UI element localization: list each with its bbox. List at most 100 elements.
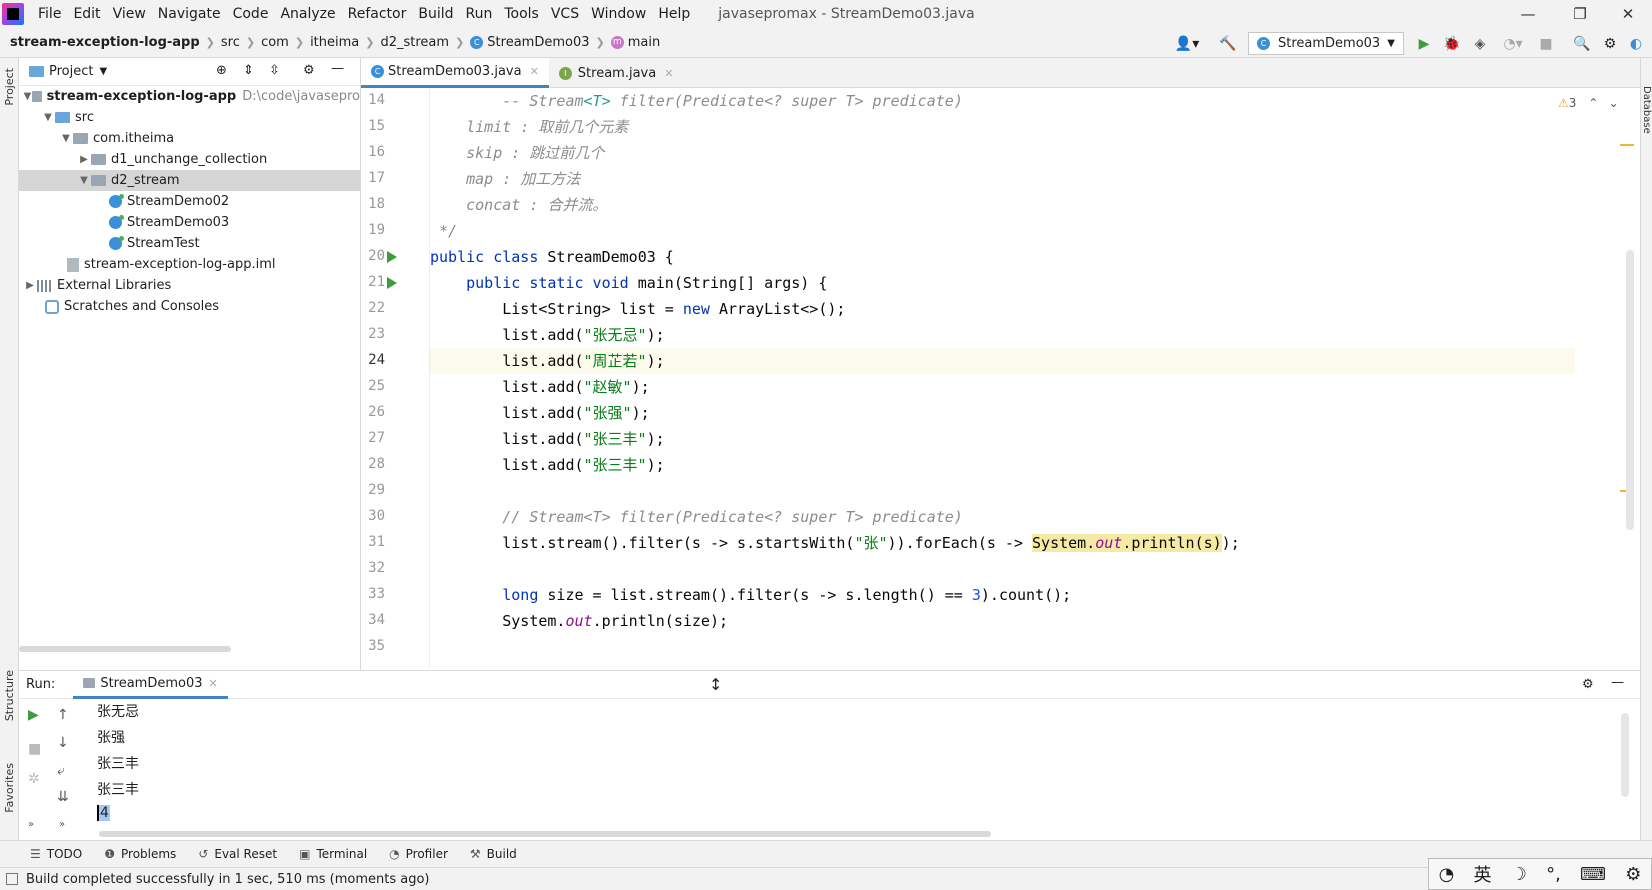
tree-item-src[interactable]: ▼ src xyxy=(19,107,360,128)
tree-item-iml-file[interactable]: stream-exception-log-app.iml xyxy=(19,254,360,275)
settings-gear-icon[interactable]: ⚙ xyxy=(1600,34,1620,54)
horizontal-scrollbar[interactable] xyxy=(19,646,231,652)
scroll-down-icon[interactable]: ↓ xyxy=(57,735,69,751)
tree-item-external-libraries[interactable]: ▶ External Libraries xyxy=(19,275,360,296)
database-tool-button[interactable]: Database xyxy=(1641,86,1652,134)
run-main-gutter-icon[interactable] xyxy=(387,277,397,289)
favorites-tool-button[interactable]: Favorites xyxy=(3,763,16,813)
restore-icon[interactable]: ❐ xyxy=(1556,0,1604,28)
rerun-icon[interactable]: ▶ xyxy=(28,707,39,723)
run-icon[interactable]: ▶ xyxy=(1414,34,1434,54)
tree-item-scratches[interactable]: Scratches and Consoles xyxy=(19,296,360,317)
build-hammer-icon[interactable]: 🔨 xyxy=(1218,34,1238,54)
structure-tool-button[interactable]: Structure xyxy=(3,670,16,721)
menu-window[interactable]: Window xyxy=(585,6,652,22)
scroll-up-icon[interactable]: ↑ xyxy=(57,707,69,723)
vertical-scrollbar[interactable] xyxy=(1621,713,1629,797)
locate-icon[interactable]: ⊕ xyxy=(216,63,227,78)
hide-panel-icon[interactable]: — xyxy=(1611,675,1624,690)
build-tool-button[interactable]: ⚒ Build xyxy=(470,847,517,861)
scroll-to-end-icon[interactable]: ⇊ xyxy=(57,789,69,805)
chevron-down-icon[interactable]: ▼ xyxy=(59,133,73,144)
search-icon[interactable]: 🔍 xyxy=(1572,34,1592,54)
menu-refactor[interactable]: Refactor xyxy=(342,6,413,22)
breadcrumb-src[interactable]: src xyxy=(219,35,242,50)
problems-tool-button[interactable]: ❶ Problems xyxy=(104,847,176,861)
menu-navigate[interactable]: Navigate xyxy=(152,6,227,22)
menu-edit[interactable]: Edit xyxy=(67,6,106,22)
soft-wrap-icon[interactable]: ⤶ xyxy=(57,763,65,779)
breadcrumb-project[interactable]: stream-exception-log-app xyxy=(8,35,202,50)
punctuation-icon[interactable]: °, xyxy=(1546,864,1561,885)
menu-help[interactable]: Help xyxy=(652,6,696,22)
tree-item-com-itheima[interactable]: ▼ com.itheima xyxy=(19,128,360,149)
project-panel-title[interactable]: Project xyxy=(49,64,93,79)
more-icon[interactable]: » xyxy=(28,819,34,830)
menu-analyze[interactable]: Analyze xyxy=(274,6,341,22)
menu-code[interactable]: Code xyxy=(227,6,275,22)
breadcrumb-class[interactable]: C StreamDemo03 xyxy=(468,35,591,50)
close-tab-icon[interactable]: ✕ xyxy=(209,677,218,690)
restore-layout-icon[interactable]: ✲ xyxy=(28,771,40,787)
menu-run[interactable]: Run xyxy=(460,6,499,22)
stop-icon[interactable]: ■ xyxy=(28,741,41,757)
run-configuration-select[interactable]: C StreamDemo03 ▼ xyxy=(1248,32,1404,55)
expand-all-icon[interactable]: ⇕ xyxy=(243,63,254,78)
menu-view[interactable]: View xyxy=(107,6,152,22)
menu-tools[interactable]: Tools xyxy=(498,6,545,22)
gear-icon[interactable]: ⚙ xyxy=(1582,677,1594,692)
keyboard-icon[interactable]: ⌨ xyxy=(1580,864,1606,885)
inspection-widget[interactable]: ⚠ 3 ⌃ ⌄ xyxy=(1558,96,1619,110)
chevron-down-icon[interactable]: ▼ xyxy=(23,91,32,102)
profiler-tool-button[interactable]: ◔ Profiler xyxy=(389,847,448,861)
menu-build[interactable]: Build xyxy=(412,6,459,22)
hide-panel-icon[interactable]: — xyxy=(331,61,344,76)
tab-stream[interactable]: I Stream.java ✕ xyxy=(549,58,684,88)
tree-item-project-root[interactable]: ▼ stream-exception-log-app D:\code\javase… xyxy=(19,86,360,107)
close-tab-icon[interactable]: ✕ xyxy=(664,67,673,80)
tree-item-streamdemo03[interactable]: StreamDemo03 xyxy=(19,212,360,233)
moon-icon[interactable]: ☽ xyxy=(1511,864,1527,885)
jetbrains-toolbox-icon[interactable]: ◐ xyxy=(1626,34,1646,54)
run-class-gutter-icon[interactable] xyxy=(387,251,397,263)
status-panel-icon[interactable] xyxy=(6,873,18,885)
previous-highlight-icon[interactable]: ⌃ xyxy=(1588,96,1598,110)
vertical-scrollbar[interactable] xyxy=(1626,250,1634,530)
more-icon[interactable]: » xyxy=(59,819,65,830)
console-output-selected[interactable]: 4 xyxy=(97,805,110,821)
chevron-right-icon[interactable]: ▶ xyxy=(23,280,37,291)
user-icon[interactable]: 👤▾ xyxy=(1172,34,1202,54)
tab-streamdemo03[interactable]: C StreamDemo03.java ✕ xyxy=(361,58,549,88)
ime-language-toggle[interactable]: 英 xyxy=(1474,861,1492,887)
menu-file[interactable]: File xyxy=(32,6,67,22)
minimize-icon[interactable]: — xyxy=(1504,0,1552,28)
tree-item-d1-unchange-collection[interactable]: ▶ d1_unchange_collection xyxy=(19,149,360,170)
gear-icon[interactable]: ⚙ xyxy=(1625,864,1641,885)
code-editor[interactable]: -- Stream<T> filter(Predicate<? super T>… xyxy=(430,88,1575,668)
breadcrumb-com[interactable]: com xyxy=(259,35,291,50)
project-tool-button[interactable]: Project xyxy=(3,68,16,106)
chevron-right-icon[interactable]: ▶ xyxy=(77,154,91,165)
chevron-down-icon[interactable]: ▼ xyxy=(99,66,107,77)
horizontal-scrollbar[interactable] xyxy=(99,831,991,837)
collapse-all-icon[interactable]: ⇳ xyxy=(269,63,280,78)
tree-item-d2-stream[interactable]: ▼ d2_stream xyxy=(19,170,360,191)
debug-icon[interactable]: 🐞 xyxy=(1442,34,1462,54)
profile-icon[interactable]: ◔▾ xyxy=(1498,34,1528,54)
ime-logo-icon[interactable]: ◔ xyxy=(1439,864,1455,885)
chevron-down-icon[interactable]: ▼ xyxy=(77,175,91,186)
chevron-down-icon[interactable]: ▼ xyxy=(41,112,55,123)
gear-icon[interactable]: ⚙ xyxy=(303,63,315,78)
close-tab-icon[interactable]: ✕ xyxy=(530,65,539,78)
stop-icon[interactable]: ■ xyxy=(1536,34,1556,54)
warning-stripe-marker[interactable] xyxy=(1620,144,1634,146)
breadcrumb-d2-stream[interactable]: d2_stream xyxy=(378,35,451,50)
run-tab-streamdemo03[interactable]: StreamDemo03 ✕ xyxy=(73,671,228,699)
eval-reset-tool-button[interactable]: ↺ Eval Reset xyxy=(198,847,277,861)
next-highlight-icon[interactable]: ⌄ xyxy=(1608,96,1618,110)
coverage-icon[interactable]: ◈ xyxy=(1470,34,1490,54)
todo-tool-button[interactable]: ☰ TODO xyxy=(30,847,82,861)
menu-vcs[interactable]: VCS xyxy=(545,6,585,22)
tree-item-streamtest[interactable]: StreamTest xyxy=(19,233,360,254)
breadcrumb-method[interactable]: m main xyxy=(609,35,662,50)
